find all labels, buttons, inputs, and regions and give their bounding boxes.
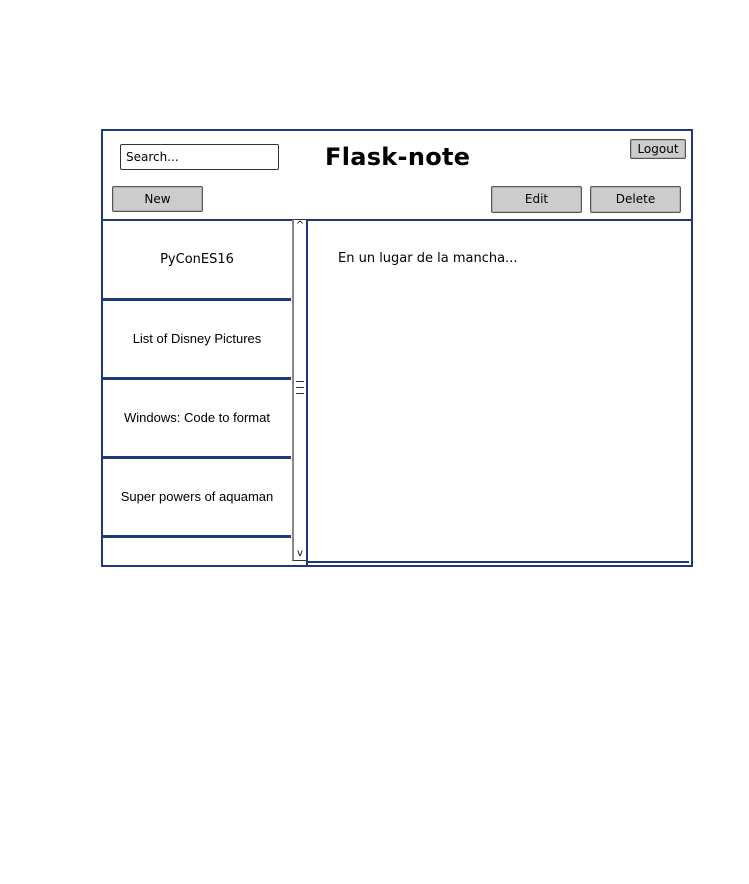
notes-list-scrollbar[interactable]: ^ v bbox=[292, 219, 307, 561]
list-item[interactable]: Super powers of aquaman bbox=[103, 458, 291, 538]
scroll-down-icon[interactable]: v bbox=[294, 548, 306, 560]
note-content-text: En un lugar de la mancha... bbox=[338, 251, 518, 266]
app-window: Search... Flask-note Logout New Edit Del… bbox=[101, 129, 693, 567]
notes-list: PyConES16 List of Disney Pictures Window… bbox=[103, 221, 291, 565]
list-item[interactable]: Windows: Code to format bbox=[103, 379, 291, 459]
list-item[interactable]: PyConES16 bbox=[103, 221, 291, 301]
new-note-button[interactable]: New bbox=[112, 186, 203, 212]
edit-note-button[interactable]: Edit bbox=[491, 186, 582, 213]
app-title: Flask-note bbox=[325, 143, 471, 171]
scroll-thumb[interactable] bbox=[295, 376, 305, 402]
list-item[interactable]: List of Disney Pictures bbox=[103, 300, 291, 380]
logout-button[interactable]: Logout bbox=[630, 139, 686, 159]
list-item[interactable] bbox=[103, 537, 291, 565]
search-input[interactable]: Search... bbox=[120, 144, 279, 170]
scroll-up-icon[interactable]: ^ bbox=[294, 220, 306, 232]
note-content-panel[interactable]: En un lugar de la mancha... bbox=[308, 221, 689, 563]
delete-note-button[interactable]: Delete bbox=[590, 186, 681, 213]
